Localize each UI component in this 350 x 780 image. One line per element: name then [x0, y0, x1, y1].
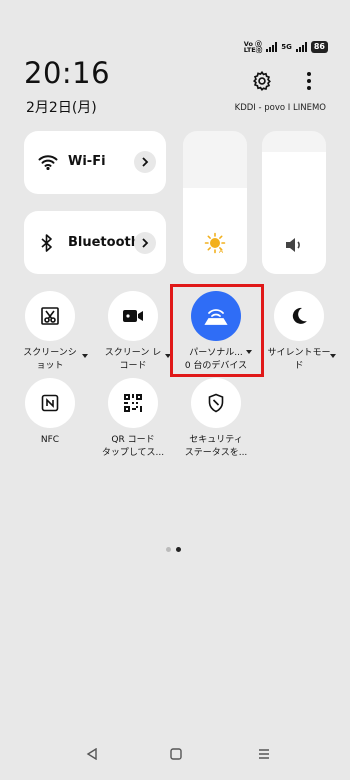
- silent-mode-button[interactable]: [274, 291, 324, 341]
- bluetooth-icon: [41, 234, 52, 252]
- battery-level: 86: [310, 41, 328, 53]
- home-square-icon: [170, 748, 182, 760]
- wifi-tile[interactable]: Wi-Fi: [24, 131, 166, 194]
- lte-indicator: LTE⓪: [243, 46, 263, 54]
- moon-icon: [292, 307, 307, 324]
- volume-slider[interactable]: [262, 131, 326, 274]
- highlight-box: [170, 284, 264, 377]
- wifi-icon: [38, 155, 58, 170]
- nfc-button[interactable]: [25, 378, 75, 428]
- security-status-toggle[interactable]: セキュリティ ステータスを...: [176, 378, 256, 460]
- qr-code-toggle[interactable]: QR コード タップしてス...: [93, 378, 173, 460]
- qr-code-button[interactable]: [108, 378, 158, 428]
- qr-code-sublabel: タップしてス...: [101, 448, 165, 458]
- screen-record-toggle[interactable]: スクリーン レコード: [93, 291, 173, 373]
- signal-icon: [266, 42, 278, 52]
- date: 2月2日(月): [26, 100, 97, 116]
- bluetooth-tile[interactable]: Bluetooth: [24, 211, 166, 274]
- back-button[interactable]: [80, 742, 104, 766]
- menu-lines-icon: [259, 749, 269, 759]
- page-dot: [166, 547, 171, 552]
- security-status-button[interactable]: [191, 378, 241, 428]
- recents-button[interactable]: [252, 742, 276, 766]
- chevron-right-icon: [142, 238, 149, 248]
- bluetooth-label: Bluetooth: [68, 235, 140, 250]
- nfc-toggle[interactable]: NFC: [10, 378, 90, 447]
- page-dot-active: [176, 547, 181, 552]
- screenshot-toggle[interactable]: スクリーンショット: [10, 291, 90, 373]
- volume-icon: [284, 236, 304, 258]
- screenshot-label: スクリーンショット: [23, 348, 77, 371]
- wifi-expand-button[interactable]: [134, 151, 156, 173]
- security-status-sublabel: ステータスを...: [184, 448, 248, 458]
- status-bar: Vo ⓪ LTE⓪ 5G 86: [244, 40, 328, 54]
- chevron-right-icon: [142, 157, 149, 167]
- video-camera-icon: [123, 310, 143, 322]
- brightness-slider[interactable]: A: [183, 131, 247, 274]
- page-indicator: [166, 547, 181, 552]
- wifi-label: Wi-Fi: [68, 154, 106, 169]
- qr-code-icon: [124, 394, 142, 412]
- screen-record-button[interactable]: [108, 291, 158, 341]
- svg-text:A: A: [219, 248, 224, 254]
- brightness-icon: A: [204, 232, 226, 258]
- more-options-button[interactable]: [296, 68, 322, 94]
- navigation-bar: [0, 742, 350, 766]
- clock: 20:16: [24, 56, 111, 90]
- caret-down-icon: [82, 354, 88, 358]
- back-triangle-icon: [86, 748, 97, 760]
- settings-button[interactable]: [249, 68, 275, 94]
- caret-down-icon: [330, 354, 336, 358]
- qr-code-label: QR コード: [111, 435, 155, 445]
- gear-icon: [253, 70, 271, 91]
- home-button[interactable]: [164, 742, 188, 766]
- bluetooth-expand-button[interactable]: [134, 232, 156, 254]
- nfc-icon: [41, 394, 59, 412]
- more-vertical-icon: [307, 72, 311, 90]
- screen-record-label: スクリーン レコード: [104, 348, 162, 371]
- signal-icon-2: [295, 42, 307, 52]
- security-status-label: セキュリティ: [189, 435, 243, 445]
- screenshot-button[interactable]: [25, 291, 75, 341]
- nfc-label: NFC: [40, 435, 60, 445]
- carrier-name: KDDI - povo I LINEMO: [234, 103, 326, 113]
- shield-icon: [208, 393, 224, 413]
- silent-mode-toggle[interactable]: サイレントモード: [259, 291, 339, 373]
- network-5g: 5G: [281, 42, 292, 51]
- network-type: Vo ⓪ LTE⓪: [243, 40, 263, 54]
- silent-mode-label: サイレントモード: [267, 348, 331, 371]
- scissors-icon: [41, 307, 59, 325]
